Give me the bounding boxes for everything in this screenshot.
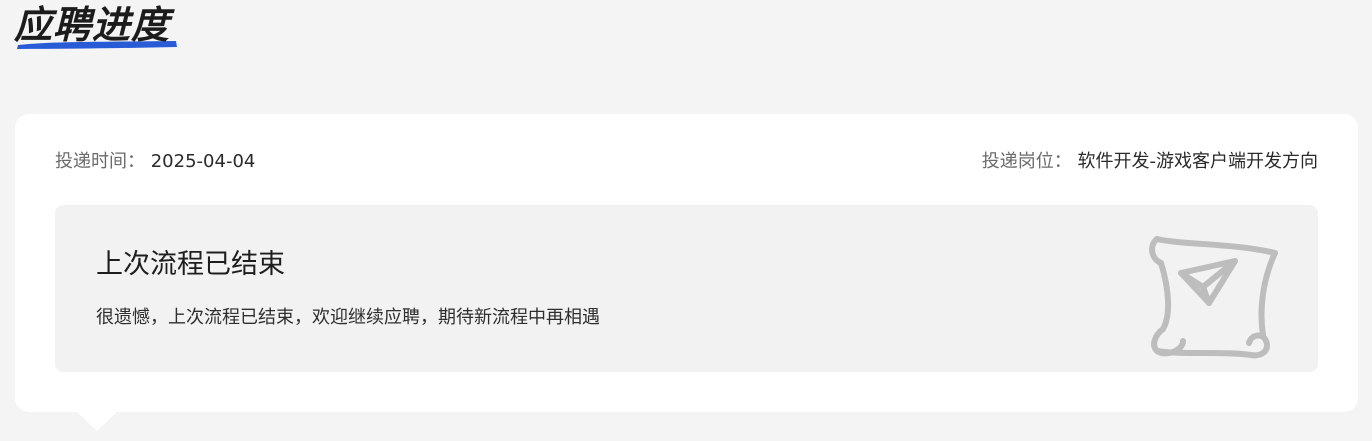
applied-position: 投递岗位： 软件开发-游戏客户端开发方向 — [982, 150, 1318, 174]
submit-time-label: 投递时间： — [55, 151, 145, 172]
submit-time: 投递时间： 2025-04-04 — [55, 150, 255, 174]
position-value: 软件开发-游戏客户端开发方向 — [1077, 151, 1319, 172]
page-title: 应聘进度 — [14, 3, 171, 47]
scroll-paper-plane-icon — [1149, 236, 1278, 359]
status-description: 很遗憾，上次流程已结束，欢迎继续应聘，期待新流程中再相遇 — [96, 307, 600, 328]
card-pointer — [77, 412, 117, 431]
submit-time-value: 2025-04-04 — [150, 151, 256, 172]
position-label: 投递岗位： — [981, 151, 1072, 172]
application-card: 投递时间： 2025-04-04 投递岗位： 软件开发-游戏客户端开发方向 上次… — [15, 114, 1358, 412]
status-panel: 上次流程已结束 很遗憾，上次流程已结束，欢迎继续应聘，期待新流程中再相遇 — [55, 205, 1318, 372]
application-meta-row: 投递时间： 2025-04-04 投递岗位： 软件开发-游戏客户端开发方向 — [55, 150, 1318, 174]
page-header: 应聘进度 — [14, 2, 177, 54]
status-title: 上次流程已结束 — [96, 249, 285, 280]
